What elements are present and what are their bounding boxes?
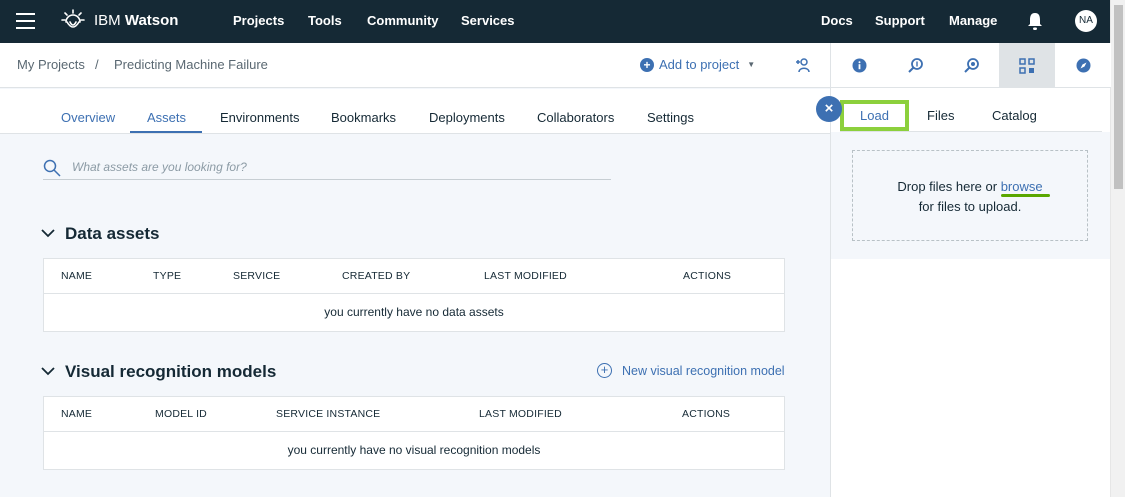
tab-catalog[interactable]: Catalog (992, 108, 1037, 123)
new-visual-recognition-model-button[interactable]: + New visual recognition model (597, 363, 785, 378)
column-header[interactable]: NAME (61, 408, 92, 420)
nav-support[interactable]: Support (875, 13, 925, 28)
add-to-project-label: Add to project (659, 57, 740, 72)
nav-projects[interactable]: Projects (233, 13, 284, 28)
tab-bookmarks[interactable]: Bookmarks (331, 110, 396, 125)
hamburger-menu-icon[interactable] (16, 13, 35, 29)
chevron-down-icon[interactable] (41, 366, 55, 376)
add-plus-icon: + (640, 57, 654, 72)
tab-files[interactable]: Files (927, 108, 954, 123)
tab-environments[interactable]: Environments (220, 110, 299, 125)
visual-recognition-table: NAME MODEL ID SERVICE INSTANCE LAST MODI… (43, 396, 785, 470)
brand-prefix: IBM (94, 12, 125, 29)
tab-settings[interactable]: Settings (647, 110, 694, 125)
info-icon[interactable] (831, 43, 887, 88)
user-avatar[interactable]: NA (1075, 10, 1097, 32)
search-underline (43, 179, 611, 180)
tab-deployments[interactable]: Deployments (429, 110, 505, 125)
tab-overview[interactable]: Overview (61, 110, 115, 125)
scrollbar-thumb[interactable] (1114, 5, 1123, 189)
breadcrumb-separator: / (95, 57, 99, 72)
project-tabs: Overview Assets Environments Bookmarks D… (0, 89, 830, 134)
column-header[interactable]: TYPE (153, 270, 181, 282)
breadcrumb: My Projects / Predicting Machine Failure… (0, 43, 830, 88)
nav-docs[interactable]: Docs (821, 13, 853, 28)
table-header: NAME MODEL ID SERVICE INSTANCE LAST MODI… (44, 397, 784, 432)
breadcrumb-my-projects[interactable]: My Projects (17, 57, 85, 72)
file-drop-zone[interactable]: Drop files here or browse for files to u… (852, 150, 1088, 241)
tab-collaborators[interactable]: Collaborators (537, 110, 614, 125)
column-header[interactable]: SERVICE INSTANCE (276, 408, 380, 420)
active-tab-indicator (130, 131, 202, 133)
table-header: NAME TYPE SERVICE CREATED BY LAST MODIFI… (44, 259, 784, 294)
add-circle-icon: + (597, 363, 612, 378)
data-assets-title: Data assets (65, 224, 160, 243)
visual-recognition-title: Visual recognition models (65, 362, 277, 381)
notification-bell-icon[interactable] (1026, 12, 1044, 31)
close-panel-button[interactable]: × (816, 96, 842, 122)
top-navigation: IBM Watson Projects Tools Community Serv… (0, 0, 1110, 43)
brand-name: Watson (124, 12, 179, 29)
asset-search-input[interactable] (72, 155, 611, 180)
breadcrumb-current-project: Predicting Machine Failure (114, 57, 268, 72)
tab-load[interactable]: Load (840, 100, 909, 131)
column-header[interactable]: MODEL ID (155, 408, 207, 420)
data-icon[interactable] (999, 43, 1055, 88)
add-to-project-button[interactable]: + Add to project ▼ (640, 57, 755, 72)
add-collaborator-icon[interactable] (795, 57, 811, 73)
drop-text: Drop files here or (897, 179, 1001, 194)
find-and-add-icon[interactable] (887, 43, 943, 88)
watson-logo-icon (61, 9, 85, 28)
search-icon (43, 159, 61, 177)
caret-down-icon: ▼ (747, 60, 756, 69)
column-header[interactable]: CREATED BY (342, 270, 410, 282)
page-scrollbar[interactable] (1110, 0, 1125, 497)
brand-title[interactable]: IBM Watson (94, 12, 178, 29)
drop-text-secondary: for files to upload. (918, 199, 1022, 214)
new-visual-recognition-label: New visual recognition model (622, 363, 785, 378)
nav-community[interactable]: Community (367, 13, 439, 28)
browse-highlight-underline (1001, 194, 1050, 197)
tab-assets[interactable]: Assets (147, 110, 186, 125)
column-header: ACTIONS (683, 270, 732, 282)
nav-tools[interactable]: Tools (308, 13, 342, 28)
compass-icon[interactable] (1055, 43, 1111, 88)
column-header[interactable]: LAST MODIFIED (479, 408, 562, 420)
data-assets-table: NAME TYPE SERVICE CREATED BY LAST MODIFI… (43, 258, 785, 332)
nav-manage[interactable]: Manage (949, 13, 997, 28)
browse-link[interactable]: browse (1001, 179, 1043, 194)
nav-services[interactable]: Services (461, 13, 515, 28)
chevron-down-icon[interactable] (41, 228, 55, 238)
column-header[interactable]: SERVICE (233, 270, 280, 282)
panel-icon-bar (831, 43, 1111, 88)
explore-icon[interactable] (943, 43, 999, 88)
column-header[interactable]: LAST MODIFIED (484, 270, 567, 282)
column-header[interactable]: NAME (61, 270, 92, 282)
empty-table-message: you currently have no data assets (324, 305, 504, 319)
empty-table-message: you currently have no visual recognition… (287, 443, 541, 457)
column-header: ACTIONS (682, 408, 731, 420)
